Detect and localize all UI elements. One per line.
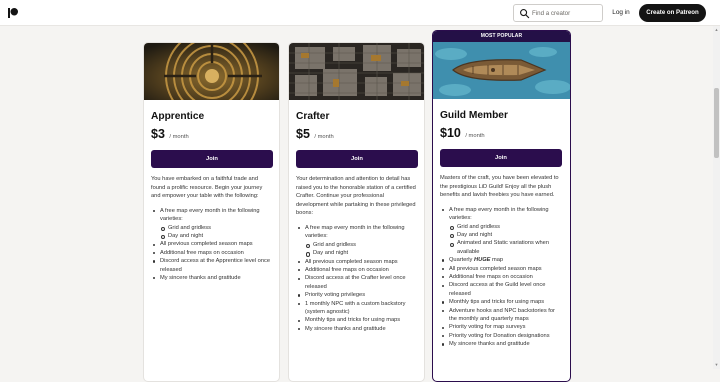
circular-stone-maze-map	[144, 43, 279, 100]
benefit-item: My sincere thanks and gratitude	[151, 274, 272, 282]
benefit-item: Priority voting for Donation designation…	[440, 332, 563, 340]
login-link[interactable]: Log in	[606, 7, 636, 19]
benefit-item: Discord access at the Guild level once r…	[440, 281, 563, 298]
benefit-item-quarterly-huge-map: Quarterly HUGE map	[440, 256, 563, 264]
benefit-subitem: Grid and gridless	[449, 223, 563, 231]
creator-search-box[interactable]	[513, 4, 603, 22]
page-scrollbar[interactable]: ▲ ▼	[713, 26, 720, 369]
benefit-item: Adventure hooks and NPC backstories for …	[440, 307, 563, 324]
create-on-patreon-button[interactable]: Create on Patreon	[639, 4, 706, 22]
benefit-subitem: Day and night	[305, 249, 417, 257]
benefit-item: My sincere thanks and gratitude	[440, 340, 563, 348]
benefit-item: My sincere thanks and gratitude	[296, 325, 417, 333]
tier-card-apprentice: Apprentice $3 / month Join You have emba…	[143, 42, 280, 382]
price-amount: $3	[151, 127, 165, 141]
join-button[interactable]: Join	[296, 150, 418, 168]
search-input[interactable]	[532, 7, 600, 20]
benefit-item: Priority voting for map surveys	[440, 323, 563, 331]
scrollbar-thumb[interactable]	[714, 88, 719, 158]
tier-name: Crafter	[296, 111, 330, 122]
benefit-sublist-wrapper: Grid and gridless Day and night Animated…	[440, 223, 563, 257]
tier-description: Masters of the craft, you have been elev…	[440, 175, 559, 199]
join-button[interactable]: Join	[151, 150, 273, 168]
benefit-sublist-wrapper: Grid and gridless Day and night	[151, 224, 272, 241]
patreon-logo-icon[interactable]	[7, 7, 19, 19]
benefit-text: Quarterly	[449, 257, 473, 264]
benefit-item: All previous completed season maps	[151, 240, 272, 248]
tier-price: $3 / month	[151, 127, 272, 144]
benefit-subitem: Grid and gridless	[305, 241, 417, 249]
benefit-subitem: Day and night	[449, 231, 563, 239]
benefit-item: Additional free maps on occasion	[151, 249, 272, 257]
huge-emphasis: HUGE	[473, 257, 491, 264]
most-popular-badge: MOST POPULAR	[433, 31, 570, 42]
tier-price: $10 / month	[440, 126, 563, 143]
price-amount: $5	[296, 127, 310, 141]
benefit-subitem: Day and night	[160, 232, 272, 240]
tier-card-guild-member: MOST POPULAR Guild Member $10 / month Jo…	[432, 30, 571, 382]
benefit-item: Priority voting privileges	[296, 291, 417, 299]
top-navigation-bar: Log in Create on Patreon	[0, 0, 720, 26]
benefit-item: A free map every month in the following …	[296, 224, 417, 241]
tier-description: Your determination and attention to deta…	[296, 176, 416, 217]
tier-card-crafter: Crafter $5 / month Join Your determinati…	[288, 42, 425, 382]
dungeon-rooms-map	[289, 43, 424, 100]
benefit-sublist-wrapper: Grid and gridless Day and night	[296, 241, 417, 258]
benefit-item: Additional free maps on occasion	[440, 273, 563, 281]
ship-on-water-map	[433, 42, 570, 99]
benefit-item: Discord access at the Crafter level once…	[296, 274, 417, 291]
price-period: / month	[465, 133, 485, 139]
search-icon	[520, 9, 530, 19]
benefit-item: Discord access at the Apprentice level o…	[151, 257, 272, 274]
price-period: / month	[314, 134, 334, 140]
benefits-list: A free map every month in the following …	[296, 224, 417, 333]
benefit-subitem: Animated and Static variations when avai…	[449, 239, 563, 256]
price-period: / month	[169, 134, 189, 140]
scroll-down-arrow-icon[interactable]: ▼	[714, 363, 719, 367]
benefit-item: Monthly tips and tricks for using maps	[296, 316, 417, 324]
benefit-item: 1 monthly NPC with a custom backstory (s…	[296, 300, 417, 317]
benefit-item: All previous completed season maps	[296, 258, 417, 266]
scroll-up-arrow-icon[interactable]: ▲	[714, 28, 719, 32]
benefit-item: Monthly tips and tricks for using maps	[440, 298, 563, 306]
tier-name: Guild Member	[440, 110, 508, 121]
benefits-list: A free map every month in the following …	[151, 207, 272, 283]
benefit-subitem: Grid and gridless	[160, 224, 272, 232]
benefit-item: A free map every month in the following …	[440, 206, 563, 223]
benefits-list: A free map every month in the following …	[440, 206, 563, 349]
benefit-item: Additional free maps on occasion	[296, 266, 417, 274]
benefit-item: A free map every month in the following …	[151, 207, 272, 224]
price-amount: $10	[440, 126, 461, 140]
join-button[interactable]: Join	[440, 149, 562, 167]
tier-name: Apprentice	[151, 111, 205, 122]
tier-price: $5 / month	[296, 127, 417, 144]
benefit-text: map	[492, 257, 504, 264]
benefit-item: All previous completed season maps	[440, 265, 563, 273]
tier-description: You have embarked on a faithful trade an…	[151, 176, 263, 200]
